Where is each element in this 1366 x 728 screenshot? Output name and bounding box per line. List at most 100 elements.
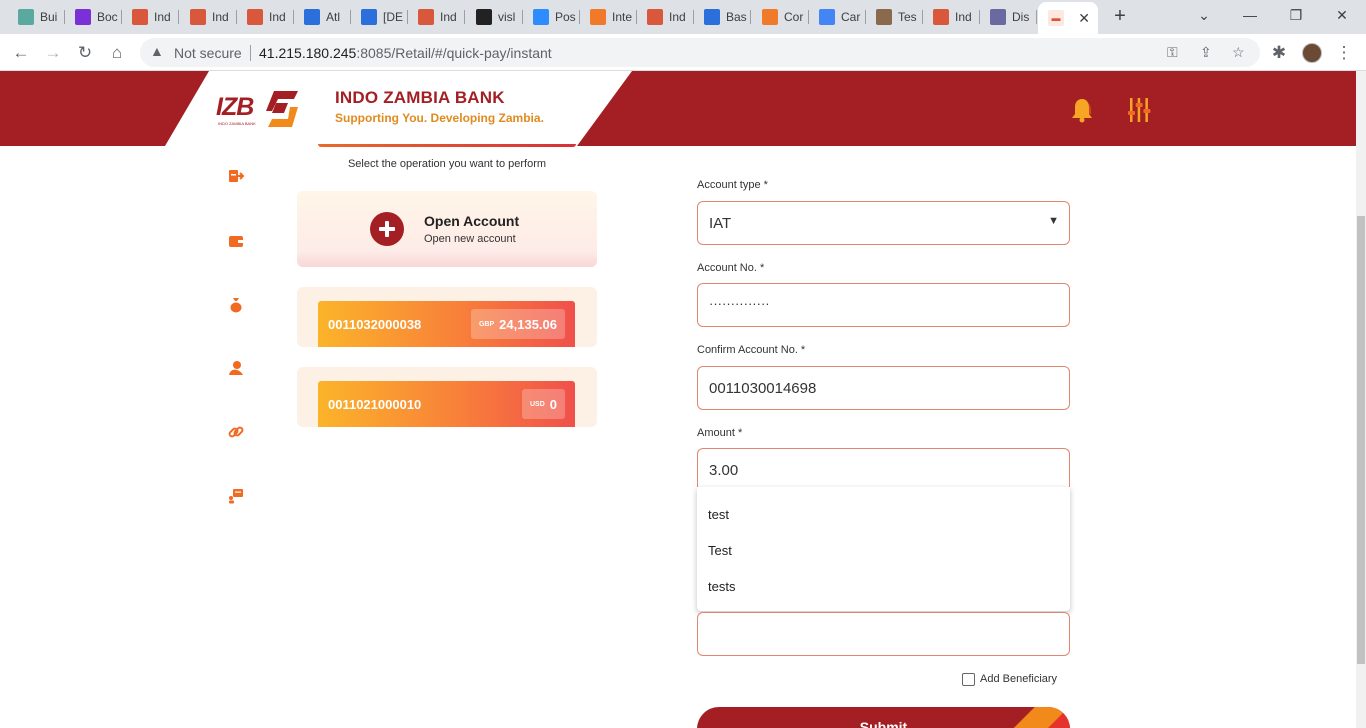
- account-no-input[interactable]: ··············: [697, 283, 1070, 327]
- feedback-icon[interactable]: [228, 488, 244, 504]
- star-icon[interactable]: ☆: [1232, 44, 1245, 61]
- autocomplete-option[interactable]: test: [708, 507, 729, 522]
- autocomplete-option[interactable]: tests: [708, 579, 735, 594]
- tab[interactable]: Ind: [180, 4, 237, 30]
- izb-logo[interactable]: IZB INDO ZAMBIA BANK: [216, 91, 300, 131]
- tab[interactable]: Tes: [866, 4, 923, 30]
- tab-label: Inte: [612, 10, 633, 24]
- account-no-value: ··············: [709, 296, 770, 311]
- tab-label: Ind: [154, 10, 171, 24]
- izb-favicon-icon: [933, 9, 949, 25]
- tab[interactable]: Cor: [752, 4, 809, 30]
- url-text[interactable]: 41.215.180.245:8085/Retail/#/quick-pay/i…: [259, 45, 552, 61]
- tab[interactable]: Dis: [980, 4, 1037, 30]
- wallet-icon[interactable]: [228, 233, 244, 249]
- izb-favicon-icon: [132, 9, 148, 25]
- submit-label: Submit: [859, 719, 908, 728]
- tab[interactable]: Boc: [65, 4, 122, 30]
- tab-search-icon[interactable]: ⌄: [1184, 4, 1224, 26]
- crown-icon: [590, 9, 606, 25]
- confirm-account-value: 0011030014698: [709, 380, 817, 397]
- link-icon[interactable]: [228, 424, 244, 440]
- izb-favicon-icon: [647, 9, 663, 25]
- money-bag-icon[interactable]: [228, 297, 244, 313]
- url-field[interactable]: ▲ Not secure 41.215.180.245:8085/Retail/…: [140, 38, 1260, 67]
- submit-button[interactable]: Submit: [697, 707, 1070, 728]
- tab-separator: [1036, 10, 1037, 24]
- extensions-icon[interactable]: ✱: [1266, 40, 1292, 66]
- autocomplete-option[interactable]: Test: [708, 543, 732, 558]
- tab[interactable]: Pos: [523, 4, 580, 30]
- tab-separator: [464, 10, 465, 24]
- confirm-account-input[interactable]: 0011030014698: [697, 366, 1070, 410]
- page-scrollbar[interactable]: [1356, 71, 1366, 728]
- minimize-button[interactable]: —: [1230, 4, 1270, 26]
- izb-favicon-icon: [247, 9, 263, 25]
- notification-bell-icon[interactable]: [1070, 97, 1094, 123]
- security-label[interactable]: Not secure: [174, 45, 242, 61]
- tab[interactable]: Bas: [694, 4, 751, 30]
- open-account-title: Open Account: [424, 213, 520, 229]
- tab[interactable]: visl: [466, 4, 523, 30]
- add-beneficiary-label[interactable]: Add Beneficiary: [980, 673, 1057, 685]
- home-button[interactable]: ⌂: [104, 40, 130, 66]
- tab-label: Ind: [269, 10, 286, 24]
- profile-avatar[interactable]: [1302, 43, 1322, 63]
- open-account-card[interactable]: Open Account Open new account: [297, 191, 597, 267]
- menu-icon[interactable]: ⋮: [1331, 40, 1357, 66]
- tab-label: [DE: [383, 10, 404, 24]
- share-icon[interactable]: ⇪: [1200, 44, 1212, 61]
- tab-label: Pos: [555, 10, 576, 24]
- tab-active[interactable]: ▬ ✕: [1038, 2, 1098, 34]
- close-tab-icon[interactable]: ✕: [1078, 10, 1090, 27]
- warning-icon[interactable]: ▲: [150, 43, 164, 59]
- tab[interactable]: Bui: [8, 4, 65, 30]
- browser-tab-strip: Bui Boc Ind Ind Ind Atl [DE Ind visl Pos Inte Ind Ba…: [0, 0, 1366, 34]
- crown-icon: [762, 9, 778, 25]
- tab-label: Cor: [784, 10, 804, 24]
- close-window-button[interactable]: ✕: [1322, 4, 1362, 26]
- tab[interactable]: Ind: [923, 4, 980, 30]
- tab[interactable]: Ind: [237, 4, 294, 30]
- add-beneficiary-checkbox[interactable]: [962, 673, 975, 686]
- transfer-icon[interactable]: [228, 168, 244, 184]
- google-icon: [819, 9, 835, 25]
- url-path: :8085/Retail/#/quick-pay/instant: [356, 45, 552, 61]
- divider: [250, 45, 251, 61]
- tab[interactable]: Atl: [294, 4, 351, 30]
- scrollbar-thumb[interactable]: [1357, 216, 1365, 664]
- plus-icon: [370, 212, 404, 246]
- zoom-icon: [533, 9, 549, 25]
- user-support-icon[interactable]: [228, 360, 244, 376]
- account-type-select[interactable]: IAT ▼: [697, 201, 1070, 245]
- account-card-body: 0011021000010 USD 0: [318, 381, 575, 427]
- amount-value: 3.00: [709, 462, 739, 479]
- beneficiary-name-input[interactable]: [697, 612, 1070, 656]
- account-currency: USD: [529, 400, 545, 408]
- account-card[interactable]: 0011032000038 GBP 24,135.06: [297, 287, 597, 347]
- back-button[interactable]: ←: [8, 40, 34, 66]
- tab-label: Ind: [669, 10, 686, 24]
- reload-button[interactable]: ↻: [72, 40, 98, 66]
- tab[interactable]: [DE: [351, 4, 408, 30]
- tab[interactable]: Ind: [637, 4, 694, 30]
- account-number: 0011032000038: [328, 317, 422, 332]
- chevron-down-icon: ▼: [1048, 215, 1059, 227]
- account-card[interactable]: 0011021000010 USD 0: [297, 367, 597, 427]
- settings-sliders-icon[interactable]: [1127, 97, 1151, 123]
- tab[interactable]: Inte: [580, 4, 637, 30]
- amount-input[interactable]: 3.00: [697, 448, 1070, 492]
- tab[interactable]: Ind: [408, 4, 465, 30]
- tab[interactable]: Ind: [122, 4, 179, 30]
- autocomplete-dropdown: test Test tests: [697, 487, 1070, 611]
- forward-button[interactable]: →: [40, 40, 66, 66]
- amount-label: Amount *: [697, 427, 743, 439]
- izb-favicon-icon: [190, 9, 206, 25]
- tab-label: Ind: [955, 10, 972, 24]
- tab-label: Ind: [212, 10, 229, 24]
- new-tab-button[interactable]: +: [1108, 5, 1132, 29]
- account-amount: 0: [549, 396, 557, 412]
- tab[interactable]: Car: [809, 4, 866, 30]
- restore-button[interactable]: ❐: [1276, 4, 1316, 26]
- key-icon[interactable]: ⚿: [1167, 44, 1178, 61]
